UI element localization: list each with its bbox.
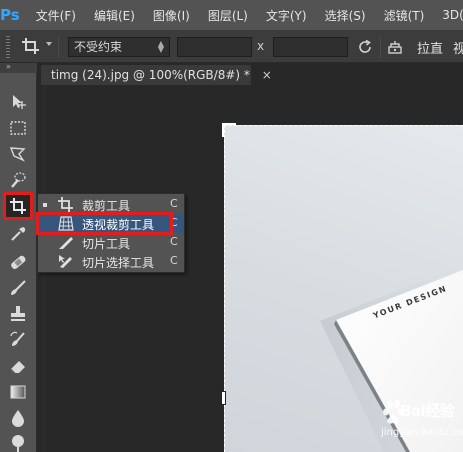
updown-arrows-icon: ▲ ▼ <box>157 39 164 54</box>
collapse-toolbar-icon[interactable]: » <box>6 62 11 71</box>
close-document-icon[interactable]: × <box>262 68 272 82</box>
crop-handle-top-left[interactable] <box>222 123 236 125</box>
document-tab-bar: timg (24).jpg @ 100%(RGB/8#) * × <box>37 63 463 85</box>
rectangular-marquee-icon <box>10 121 26 135</box>
tools-panel: » <box>0 62 37 452</box>
move-icon <box>13 95 26 109</box>
menu-select[interactable]: 选择(S) <box>325 7 366 24</box>
straighten-icon[interactable] <box>386 38 404 56</box>
slice-select-icon <box>59 255 72 268</box>
document-tab[interactable]: timg (24).jpg @ 100%(RGB/8#) * × <box>41 65 272 85</box>
options-separator <box>380 36 381 58</box>
eraser-icon <box>10 361 25 374</box>
menu-type[interactable]: 文字(Y) <box>266 7 307 24</box>
quick-selection-icon <box>11 172 26 188</box>
crop-icon <box>58 197 73 212</box>
menu-file[interactable]: 文件(F) <box>36 7 76 24</box>
options-separator <box>58 36 59 58</box>
stamp-icon <box>11 306 25 321</box>
menu-3d[interactable]: 3D(D) <box>442 8 463 22</box>
flyout-item-shortcut: C <box>170 254 178 267</box>
straighten-button[interactable]: 拉直 <box>417 38 443 57</box>
eyedropper-icon <box>11 227 26 241</box>
ratio-select-value: 不受约束 <box>74 40 123 54</box>
tools-panel-header[interactable]: » <box>0 62 37 73</box>
document-title: timg (24).jpg @ 100%(RGB/8#) * <box>51 68 250 82</box>
water-drop-icon <box>12 410 24 427</box>
brush-tool[interactable] <box>5 276 31 300</box>
selected-bullet-icon <box>43 203 47 207</box>
gradient-tool[interactable] <box>5 380 31 404</box>
dodge-tool[interactable] <box>5 430 31 452</box>
eraser-tool[interactable] <box>5 354 31 378</box>
history-brush-icon <box>10 331 25 346</box>
menu-filter[interactable]: 滤镜(T) <box>384 7 425 24</box>
menu-image[interactable]: 图像(I) <box>153 7 190 24</box>
brush-icon <box>11 280 26 295</box>
menu-layer[interactable]: 图层(L) <box>208 7 248 24</box>
marquee-tool[interactable] <box>5 116 31 140</box>
watermark-url: jingyan.baidu.com <box>381 427 463 438</box>
gradient-icon <box>10 385 26 399</box>
bandage-icon <box>11 255 26 269</box>
eyedropper-tool[interactable] <box>5 222 31 246</box>
menu-edit[interactable]: 编辑(E) <box>94 7 135 24</box>
width-input[interactable] <box>177 37 252 57</box>
menu-bar: Ps 文件(F) 编辑(E) 图像(I) 图层(L) 文字(Y) 选择(S) 滤… <box>0 0 463 30</box>
flyout-item-slice-select[interactable]: 切片选择工具 C <box>38 252 184 271</box>
blur-tool[interactable] <box>5 406 31 430</box>
crop-tool-preset-icon[interactable] <box>20 36 42 56</box>
crop-icon <box>10 198 26 214</box>
clone-stamp-tool[interactable] <box>5 302 31 326</box>
crop-handle-top-left-vertical[interactable] <box>222 123 224 137</box>
flyout-item-shortcut: C <box>170 197 178 210</box>
height-input[interactable] <box>273 37 348 57</box>
tool-preset-dropdown-icon[interactable] <box>46 42 52 46</box>
dodge-icon <box>12 435 24 452</box>
swap-dimensions-label[interactable]: x <box>257 39 264 53</box>
flyout-item-label: 切片选择工具 <box>82 256 155 270</box>
move-tool[interactable] <box>5 90 31 114</box>
options-bar: 不受约束 ▲ ▼ x 拉直 视 <box>0 30 463 63</box>
watermark-brand: Bai经验 <box>400 402 455 420</box>
quick-selection-tool[interactable] <box>5 168 31 192</box>
flyout-item-slice[interactable]: 切片工具 C <box>38 233 184 252</box>
healing-brush-tool[interactable] <box>5 250 31 274</box>
options-bar-grip[interactable] <box>6 36 10 58</box>
history-brush-tool[interactable] <box>5 328 31 352</box>
clear-rotate-icon[interactable] <box>357 39 373 55</box>
crop-tool[interactable] <box>3 192 33 220</box>
annotation-highlight-box <box>36 212 173 235</box>
view-overlay-label[interactable]: 视 <box>453 38 463 57</box>
flyout-item-shortcut: C <box>170 235 178 248</box>
crop-handle-left[interactable] <box>221 391 226 405</box>
ratio-select[interactable]: 不受约束 ▲ ▼ <box>68 37 170 57</box>
flyout-item-label: 切片工具 <box>82 237 131 251</box>
slice-icon <box>59 237 73 249</box>
photoshop-logo: Ps <box>0 6 20 24</box>
polygonal-lasso-icon <box>9 147 26 162</box>
lasso-tool[interactable] <box>5 142 31 166</box>
